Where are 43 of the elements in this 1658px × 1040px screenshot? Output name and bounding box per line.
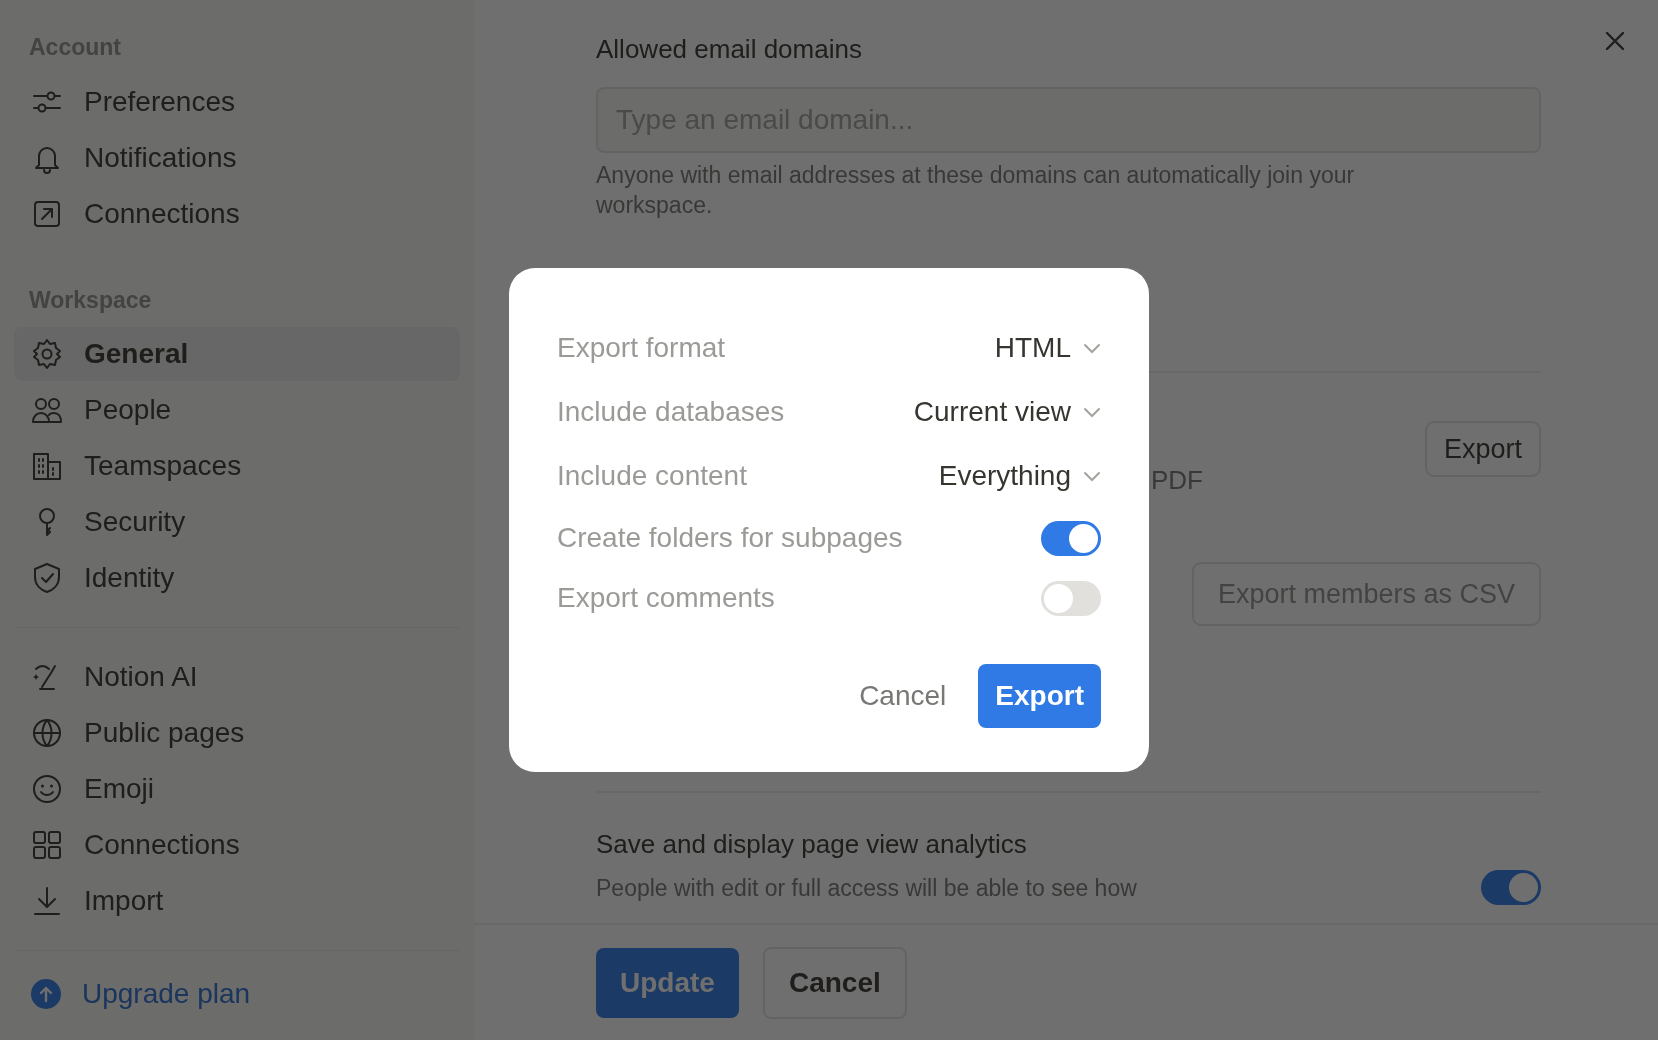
- cancel-button[interactable]: Cancel: [859, 675, 947, 717]
- section-title: Save and display page view analytics: [596, 828, 1028, 862]
- sidebar-item[interactable]: Identity: [14, 551, 460, 605]
- option-label: Include content: [557, 459, 747, 493]
- chevron-down-icon: [1083, 470, 1101, 482]
- grid-icon: [30, 828, 64, 862]
- dropdown[interactable]: HTML: [994, 327, 1101, 369]
- option-label: Export format: [557, 331, 726, 365]
- help-text: People with edit or full access will be able to see how: [596, 874, 1137, 904]
- sidebar-item[interactable]: Preferences: [14, 74, 460, 129]
- toggle-switch[interactable]: [1481, 870, 1541, 906]
- chevron-down-icon: [1083, 406, 1101, 418]
- upgrade-link[interactable]: Upgrade plan: [82, 973, 251, 1015]
- chevron-down-icon: [1083, 342, 1101, 354]
- globe-icon: [30, 716, 64, 750]
- option-label: Create folders for subpages: [557, 521, 903, 555]
- export-button[interactable]: Export: [978, 664, 1101, 728]
- dropdown[interactable]: Everything: [938, 455, 1101, 497]
- sidebar-item[interactable]: Connections: [14, 818, 460, 872]
- arrow-up-circle-icon: [30, 978, 62, 1010]
- dropdown[interactable]: Current view: [913, 391, 1101, 433]
- option-label: Export comments: [557, 581, 775, 615]
- sidebar-item[interactable]: General: [14, 327, 460, 381]
- cancel-button[interactable]: Cancel: [762, 946, 907, 1019]
- sidebar-item[interactable]: Connections: [14, 186, 460, 241]
- toggle-switch[interactable]: [1041, 580, 1101, 616]
- update-button[interactable]: Update: [596, 947, 739, 1018]
- section-title: Allowed email domains: [596, 33, 863, 66]
- smiley-icon: [30, 772, 64, 806]
- sidebar-item[interactable]: Notifications: [14, 130, 460, 185]
- sidebar-item[interactable]: Public pages: [14, 706, 460, 760]
- gear-icon: [30, 337, 64, 371]
- export-button[interactable]: Export: [1424, 420, 1541, 478]
- sidebar-item[interactable]: People: [14, 383, 460, 437]
- help-text: Anyone with email addresses at these domains can automatically join your workspace.: [596, 161, 1356, 220]
- setting-text: PDF: [1151, 463, 1203, 497]
- toggle-switch[interactable]: [1041, 520, 1101, 556]
- option-label: Include databases: [557, 395, 785, 429]
- sidebar-item[interactable]: Security: [14, 495, 460, 549]
- sidebar-item[interactable]: Teamspaces: [14, 439, 460, 493]
- sidebar-item[interactable]: Notion AI: [14, 650, 460, 704]
- sidebar-item[interactable]: Import: [14, 874, 460, 928]
- sidebar-item[interactable]: Emoji: [14, 762, 460, 816]
